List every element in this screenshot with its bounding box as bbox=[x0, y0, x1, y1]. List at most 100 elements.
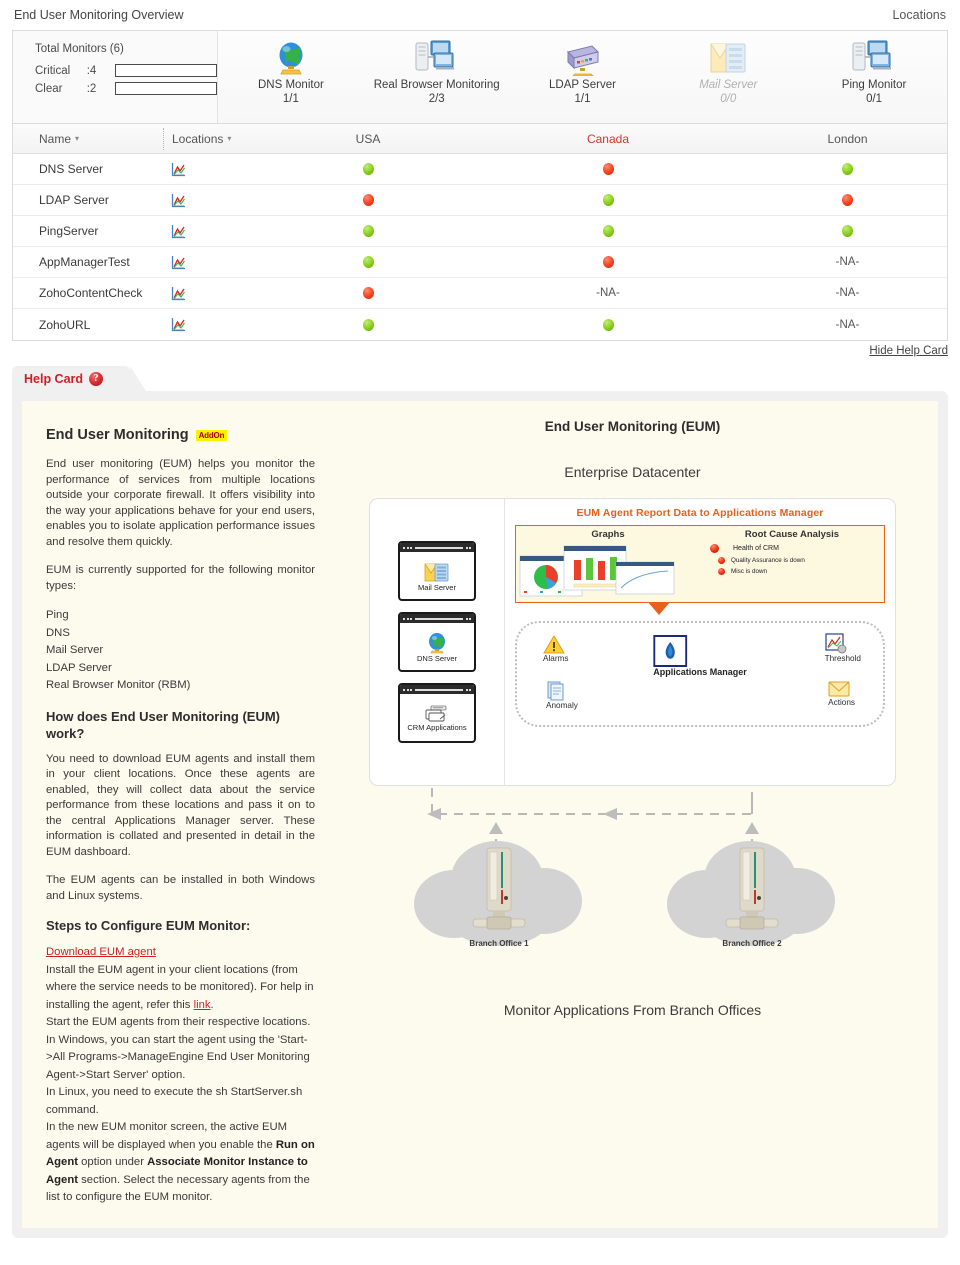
monitor-type-count: 1/1 bbox=[282, 93, 299, 105]
column-header-name-label: Name bbox=[39, 131, 72, 146]
monitor-type-dns-monitor[interactable]: DNS Monitor 1/1 bbox=[218, 31, 364, 123]
mail-server-window-label: Mail Server bbox=[418, 582, 456, 592]
status-dot-green[interactable] bbox=[362, 225, 374, 237]
monitor-name-cell[interactable]: DNS Server bbox=[13, 162, 163, 176]
warning-icon bbox=[543, 635, 568, 654]
monitor-name-cell[interactable]: AppManagerTest bbox=[13, 255, 163, 269]
rca-items: Health of CRM Quality Assurance is down Mi… bbox=[700, 544, 884, 575]
table-row[interactable]: AppManagerTest -NA- bbox=[13, 247, 947, 278]
table-row[interactable]: PingServer bbox=[13, 216, 947, 247]
na-label: -NA- bbox=[835, 287, 860, 299]
graph-icon[interactable] bbox=[171, 162, 186, 177]
diagram-title: End User Monitoring (EUM) bbox=[544, 419, 721, 434]
status-dot-green[interactable] bbox=[842, 225, 853, 237]
help-paragraph-1: End user monitoring (EUM) helps you moni… bbox=[46, 458, 315, 548]
step-4-text-d: section. Select the necessary agents fro… bbox=[46, 1173, 310, 1204]
diagram-bottom-caption: Monitor Applications From Branch Offices bbox=[503, 1002, 762, 1018]
monitor-name-cell[interactable]: PingServer bbox=[13, 224, 163, 238]
graph-icon[interactable] bbox=[171, 224, 186, 239]
help-link[interactable]: link bbox=[194, 999, 211, 1011]
status-dot-red[interactable] bbox=[842, 194, 853, 206]
status-dot-red[interactable] bbox=[362, 194, 374, 206]
status-dot-red bbox=[718, 568, 725, 575]
supported-monitor-types-list: Ping DNS Mail Server LDAP Server Real Browse… bbox=[46, 607, 315, 695]
status-dot-green[interactable] bbox=[362, 256, 374, 268]
table-row[interactable]: DNS Server bbox=[13, 154, 947, 185]
status-cell-usa bbox=[268, 318, 468, 331]
graph-icon[interactable] bbox=[171, 286, 186, 301]
critical-bar bbox=[114, 64, 217, 77]
critical-value: :4 bbox=[86, 64, 97, 77]
locations-link[interactable]: Locations bbox=[892, 8, 946, 22]
graph-icon[interactable] bbox=[171, 317, 186, 332]
help-card-diagram-column: End User Monitoring (EUM) Enterprise Dat… bbox=[327, 401, 938, 1228]
rca-item-label: Health of CRM bbox=[733, 545, 779, 552]
status-dot-red[interactable] bbox=[362, 287, 374, 299]
monitor-name-cell[interactable]: ZohoContentCheck bbox=[13, 286, 163, 300]
row-graph-icon-cell bbox=[163, 224, 268, 239]
status-cell-canada bbox=[468, 194, 748, 206]
row-graph-icon-cell bbox=[163, 286, 268, 301]
monitor-type-label: LDAP Server bbox=[549, 79, 616, 91]
status-dot-red[interactable] bbox=[602, 163, 614, 175]
status-dot-green[interactable] bbox=[362, 163, 374, 175]
column-header-canada[interactable]: Canada bbox=[468, 132, 748, 146]
status-dot-green[interactable] bbox=[602, 318, 614, 331]
help-paragraph-3: You need to download EUM agents and inst… bbox=[46, 752, 315, 858]
monitor-type-count: 0/0 bbox=[720, 93, 737, 105]
column-header-usa[interactable]: USA bbox=[268, 132, 468, 146]
table-row[interactable]: LDAP Server bbox=[13, 185, 947, 216]
status-dot-green[interactable] bbox=[362, 318, 374, 331]
clear-label: Clear bbox=[35, 82, 63, 95]
help-paragraph-2: EUM is currently supported for the follo… bbox=[46, 564, 315, 592]
graphs-panel: Graphs bbox=[516, 526, 700, 602]
column-header-name[interactable]: Name ▾ bbox=[13, 132, 163, 146]
table-body: DNS Server LDAP Server PingServer AppMan… bbox=[13, 154, 947, 340]
monitor-type-list: DNS Monitor 1/1 Real Browser Monitoring 2/… bbox=[218, 31, 947, 123]
question-mark-icon[interactable]: ? bbox=[89, 371, 104, 386]
na-label: -NA- bbox=[835, 318, 860, 331]
monitor-type-label: Real Browser Monitoring bbox=[373, 79, 500, 91]
applications-manager-center: Applications Manager bbox=[653, 635, 747, 677]
feature-anomaly: Anomaly bbox=[546, 681, 578, 710]
monitor-type-ping-monitor[interactable]: Ping Monitor 0/1 bbox=[801, 31, 947, 123]
download-eum-agent-link[interactable]: Download EUM agent bbox=[46, 946, 156, 958]
status-dot-green[interactable] bbox=[842, 163, 853, 175]
applications-manager-logo bbox=[653, 635, 747, 667]
mail-server-icon bbox=[424, 561, 450, 583]
critical-label: Critical bbox=[35, 64, 71, 77]
column-header-locations[interactable]: Locations ▾ bbox=[163, 127, 268, 150]
configure-steps: Download EUM agent Install the EUM agent… bbox=[46, 944, 315, 1207]
monitor-type-real-browser-monitoring[interactable]: Real Browser Monitoring 2/3 bbox=[364, 31, 510, 123]
status-dot-green[interactable] bbox=[602, 194, 614, 206]
clear-value: :2 bbox=[86, 82, 97, 95]
enterprise-datacenter-box: Mail Server DNS Server CRM Applications … bbox=[369, 498, 896, 786]
graph-icon[interactable] bbox=[171, 255, 186, 270]
clear-bar bbox=[114, 82, 217, 95]
monitor-name-cell[interactable]: ZohoURL bbox=[13, 318, 163, 332]
column-header-london[interactable]: London bbox=[748, 132, 947, 146]
status-dot-red[interactable] bbox=[602, 256, 614, 268]
column-header-locations-label: Locations bbox=[172, 131, 224, 146]
row-graph-icon-cell bbox=[163, 255, 268, 270]
monitor-type-count: 0/1 bbox=[866, 93, 883, 105]
status-dot-green[interactable] bbox=[602, 225, 614, 237]
table-row[interactable]: ZohoURL -NA- bbox=[13, 309, 947, 340]
rca-item: Health of CRM bbox=[710, 544, 884, 553]
status-cell-london: -NA- bbox=[748, 287, 947, 299]
monitor-name-cell[interactable]: LDAP Server bbox=[13, 193, 163, 207]
graph-icon[interactable] bbox=[171, 193, 186, 208]
threshold-chart-icon bbox=[824, 633, 861, 654]
status-cell-usa bbox=[268, 163, 468, 175]
monitor-type-label: Ping Monitor bbox=[841, 79, 907, 91]
help-paragraph-4: The EUM agents can be installed in both … bbox=[46, 874, 315, 902]
help-card-tab[interactable]: Help Card ? bbox=[12, 366, 146, 391]
supported-monitor-type: LDAP Server bbox=[46, 661, 112, 674]
status-cell-canada bbox=[468, 163, 748, 175]
hide-help-card-link[interactable]: Hide Help Card bbox=[869, 345, 948, 357]
monitor-type-count: 1/1 bbox=[574, 93, 591, 105]
table-row[interactable]: ZohoContentCheck -NA- -NA- bbox=[13, 278, 947, 309]
browser-monitor-icon bbox=[415, 38, 459, 78]
monitor-type-ldap-server[interactable]: LDAP Server 1/1 bbox=[510, 31, 656, 123]
status-cell-london: -NA- bbox=[748, 319, 947, 331]
